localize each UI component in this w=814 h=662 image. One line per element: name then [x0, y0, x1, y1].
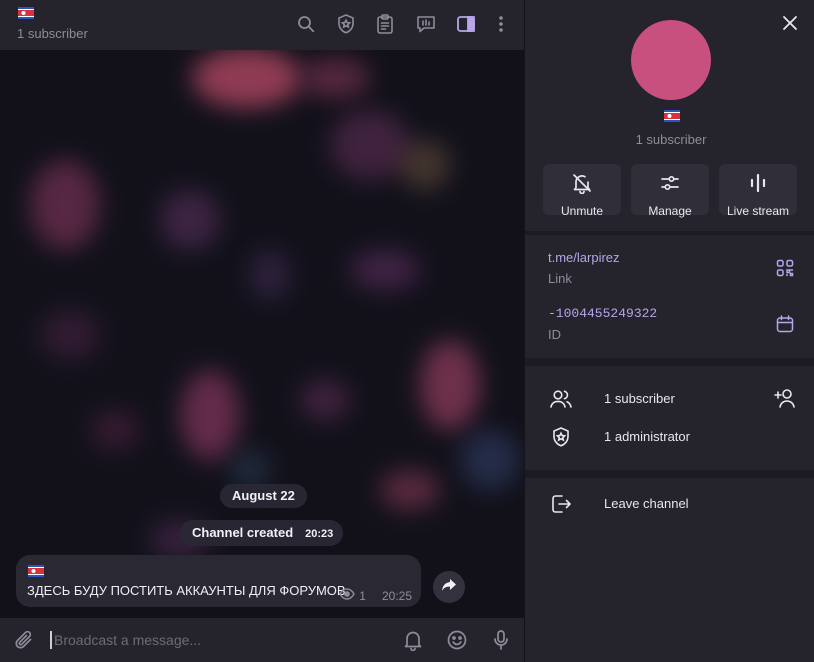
message-composer [0, 618, 524, 662]
chat-subscriber-count: 1 subscriber [17, 26, 88, 41]
administrators-row[interactable]: 1 administrator [604, 429, 690, 444]
date-separator: August 22 [220, 484, 307, 508]
qr-code-icon[interactable] [775, 258, 795, 278]
live-stream-button[interactable]: Live stream [719, 164, 797, 218]
post-time: 20:25 [381, 588, 412, 603]
search-icon[interactable] [293, 11, 319, 37]
bell-icon[interactable] [401, 628, 425, 652]
subscribers-row[interactable]: 1 subscriber [604, 391, 675, 406]
live-stream-icon [747, 172, 769, 199]
chat-header: 1 subscriber [0, 0, 524, 50]
channel-avatar[interactable] [631, 20, 711, 100]
share-arrow-icon [441, 578, 457, 597]
text-caret [50, 631, 52, 649]
poll-icon[interactable] [413, 11, 439, 37]
live-stream-label: Live stream [726, 204, 790, 218]
shield-star-icon [549, 425, 573, 449]
flag-icon [18, 7, 34, 19]
forward-button[interactable] [433, 571, 465, 603]
message-input[interactable] [54, 630, 384, 650]
leave-channel-button[interactable]: Leave channel [604, 496, 689, 511]
post-meta: 1 20:25 [339, 588, 412, 603]
leave-icon [549, 492, 573, 516]
flag-icon [28, 565, 44, 577]
shield-star-icon[interactable] [333, 11, 359, 37]
channel-id-label: ID [548, 327, 561, 342]
service-message-time: 20:23 [305, 528, 334, 540]
section-divider [525, 231, 814, 235]
add-user-icon[interactable] [773, 386, 797, 410]
sidebar-toggle-icon[interactable] [453, 11, 479, 37]
unmute-button[interactable]: Unmute [543, 164, 621, 218]
sliders-icon [659, 172, 681, 199]
channel-info-panel: 1 subscriber Unmute Manage Live stream t… [525, 0, 814, 662]
microphone-icon[interactable] [489, 628, 513, 652]
post-text: ЗДЕСЬ БУДУ ПОСТИТЬ АККАУНТЫ ДЛЯ ФОРУМОВ [27, 583, 346, 598]
service-message-text: Channel created [192, 525, 294, 540]
channel-id[interactable]: -1004455249322 [548, 306, 657, 321]
clipboard-icon[interactable] [372, 11, 398, 37]
channel-link-label: Link [548, 271, 572, 286]
attach-icon[interactable] [12, 628, 36, 652]
users-icon [549, 387, 573, 411]
section-divider [525, 358, 814, 366]
manage-button[interactable]: Manage [631, 164, 709, 218]
emoji-icon[interactable] [445, 628, 469, 652]
flag-icon [664, 110, 680, 122]
unmute-label: Unmute [560, 204, 604, 218]
channel-post[interactable]: ЗДЕСЬ БУДУ ПОСТИТЬ АККАУНТЫ ДЛЯ ФОРУМОВ … [16, 555, 421, 607]
manage-label: Manage [648, 204, 692, 218]
bell-off-icon [571, 172, 593, 199]
calendar-icon[interactable] [775, 314, 795, 334]
close-icon[interactable] [779, 12, 801, 34]
service-message: Channel created 20:23 [180, 520, 344, 546]
eye-icon [339, 588, 356, 603]
more-vertical-icon[interactable] [488, 11, 514, 37]
panel-subscriber-count: 1 subscriber [635, 132, 707, 147]
post-views: 1 [359, 588, 366, 603]
chat-area: 1 subscriber August 22 Channel created 20… [0, 0, 524, 662]
section-divider [525, 470, 814, 478]
channel-link[interactable]: t.me/larpirez [548, 250, 620, 265]
